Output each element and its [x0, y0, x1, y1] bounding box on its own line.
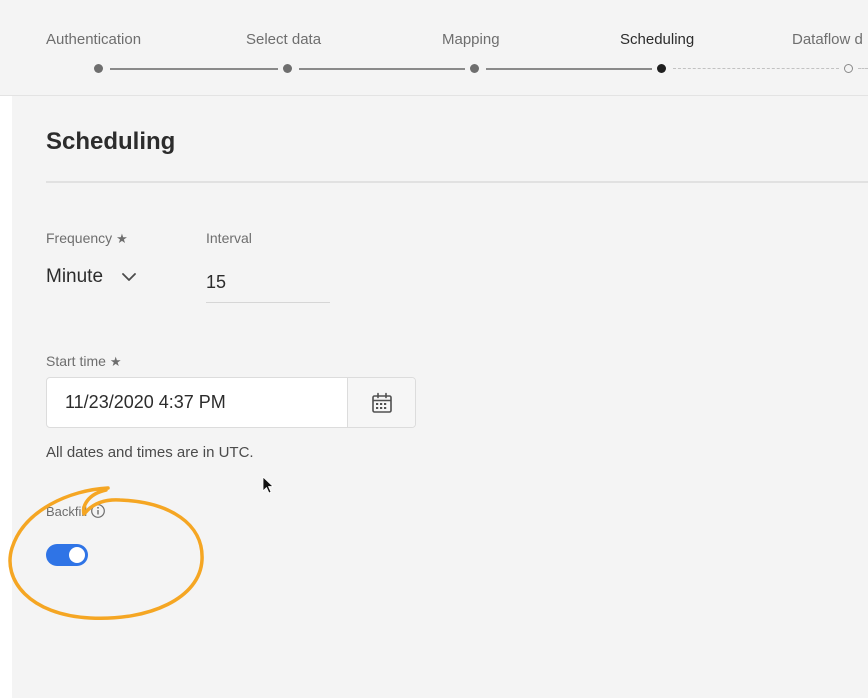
required-asterisk: ★	[109, 354, 122, 369]
step-select-data-label[interactable]: Select data	[246, 31, 321, 48]
timezone-note: All dates and times are in UTC.	[46, 444, 254, 461]
frequency-value: Minute	[46, 266, 104, 287]
chevron-down-icon	[121, 272, 137, 282]
step-select-data-marker[interactable]	[283, 64, 292, 73]
step-connector-upcoming	[858, 68, 868, 69]
page-title: Scheduling	[46, 128, 176, 155]
step-connector	[299, 68, 465, 70]
required-asterisk: ★	[116, 231, 128, 246]
start-time-input[interactable]	[47, 378, 347, 427]
calendar-button[interactable]	[347, 378, 415, 427]
step-dataflow-label: Dataflow d	[792, 31, 863, 48]
section-divider	[46, 181, 868, 183]
interval-input[interactable]	[206, 262, 330, 303]
step-mapping-marker[interactable]	[470, 64, 479, 73]
step-authentication-label[interactable]: Authentication	[46, 31, 141, 48]
step-connector-upcoming	[673, 68, 839, 69]
workflow-stepper: Authentication Select data Mapping Sched…	[0, 0, 868, 96]
annotation-circle	[8, 486, 204, 620]
frequency-picker[interactable]: Minute	[46, 266, 137, 288]
frequency-label: Frequency ★	[46, 230, 128, 246]
step-scheduling-label: Scheduling	[620, 31, 695, 48]
mouse-cursor-icon	[262, 476, 276, 501]
calendar-icon	[370, 391, 394, 415]
step-dataflow-marker	[844, 64, 853, 73]
step-authentication-marker[interactable]	[94, 64, 103, 73]
interval-label: Interval	[206, 230, 252, 246]
step-mapping-label[interactable]: Mapping	[442, 31, 500, 48]
start-time-datepicker	[46, 377, 416, 428]
step-scheduling-marker	[657, 64, 666, 73]
step-connector	[486, 68, 652, 70]
start-time-label: Start time ★	[46, 353, 122, 369]
step-connector	[110, 68, 278, 70]
